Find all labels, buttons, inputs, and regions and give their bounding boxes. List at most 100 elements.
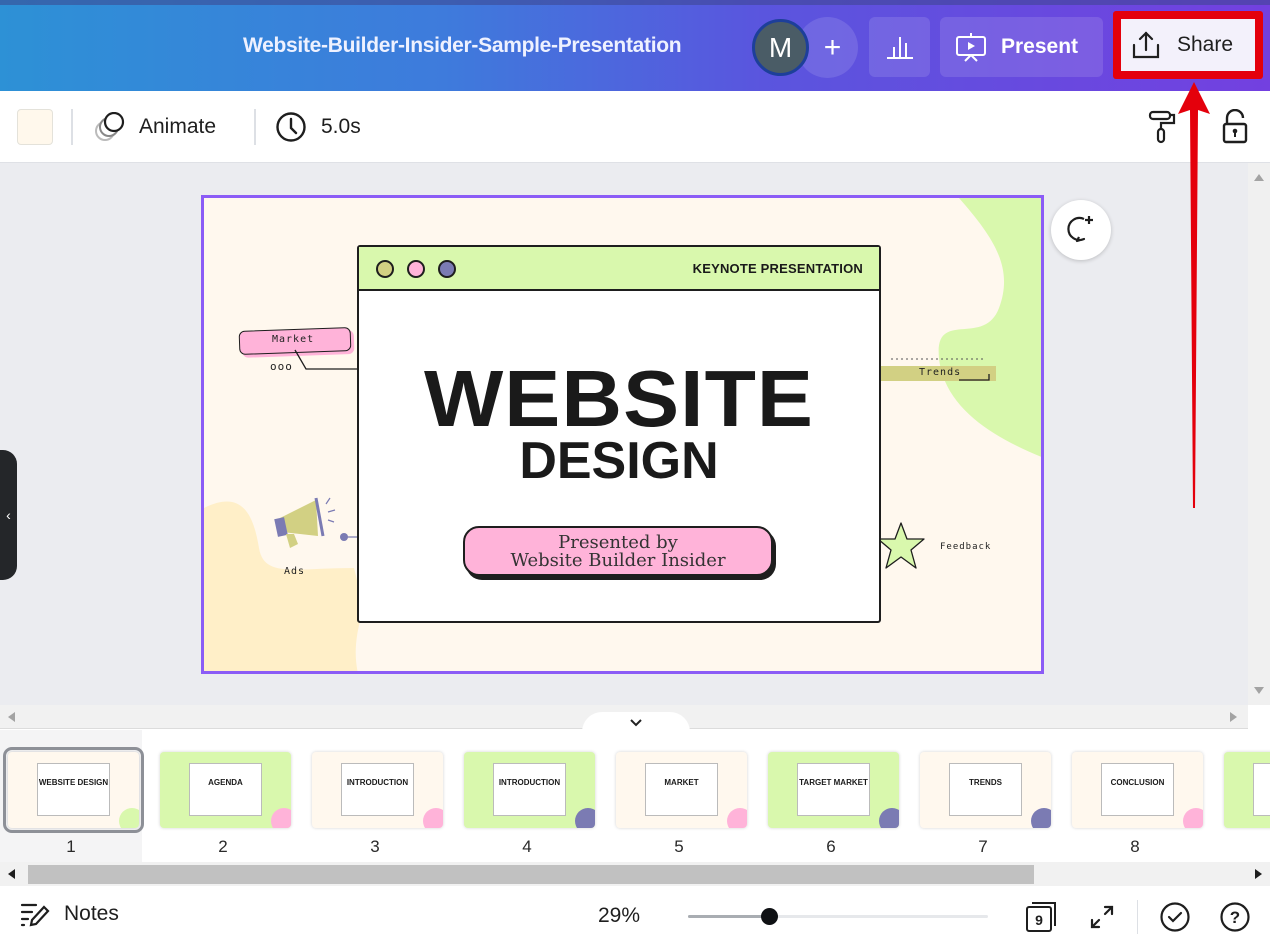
window-dot-purple [438, 260, 456, 278]
star-icon [877, 522, 925, 569]
zoom-percentage[interactable]: 29% [598, 904, 640, 928]
scroll-right-arrow-icon[interactable] [1230, 712, 1238, 722]
page-number: 7 [978, 837, 988, 856]
zoom-slider[interactable] [688, 908, 988, 925]
editor-toolbar: Animate 5.0s [0, 91, 1270, 163]
title-website: WEBSITE [423, 354, 815, 443]
scroll-left-arrow-icon[interactable] [7, 869, 15, 879]
animate-icon [95, 112, 125, 141]
megaphone-icon [274, 497, 336, 548]
browser-window-frame: KEYNOTE PRESENTATION WEBSITE DESIGN Pres… [357, 245, 881, 623]
paint-format-button[interactable] [1144, 107, 1180, 147]
help-button[interactable]: ? [1218, 900, 1252, 934]
page-thumbnail[interactable]: INTRODUCTION 3 [304, 730, 446, 862]
page-thumbnail[interactable]: MARKET 5 [608, 730, 750, 862]
thumbnail-image[interactable]: AGENDA [160, 752, 291, 828]
insights-button[interactable] [869, 17, 930, 77]
duration-label: 5.0s [321, 115, 361, 138]
present-label: Present [1001, 35, 1079, 58]
add-comment-button[interactable] [1051, 200, 1111, 260]
feedback-label: Feedback [940, 542, 992, 552]
page-thumbnail[interactable]: CONCLUSION 8 [1064, 730, 1206, 862]
ellipsis-label: ooo [270, 360, 293, 373]
vertical-scrollbar[interactable] [1248, 163, 1270, 705]
thumbnail-image[interactable]: WEBSITE DESIGN [3, 747, 144, 833]
scroll-left-arrow-icon[interactable] [7, 712, 15, 722]
thumbnail-panel [188, 762, 263, 816]
presented-by-line2: Website Builder Insider [510, 550, 726, 571]
page-number: 6 [826, 837, 836, 856]
avatar[interactable]: M [752, 19, 809, 76]
scrollbar-thumb[interactable] [28, 865, 1034, 884]
thumbnail-image[interactable]: TRENDS [920, 752, 1051, 828]
animate-button[interactable]: Animate [93, 109, 216, 145]
slide-1-canvas[interactable]: Market ooo Trends Ads Feedback KEYNOTE P… [201, 195, 1044, 674]
check-button[interactable] [1158, 900, 1192, 934]
toolbar-divider [254, 109, 256, 145]
share-label: Share [1177, 33, 1234, 56]
plus-icon: + [823, 30, 842, 64]
page-number: 2 [218, 837, 228, 856]
thumbnail-image[interactable]: TARGET MARKET [768, 752, 899, 828]
scroll-right-arrow-icon[interactable] [1255, 869, 1263, 879]
expand-icon [1090, 905, 1114, 929]
thumbnail-panel [644, 762, 719, 816]
page-number: 1 [66, 837, 76, 856]
help-label: ? [1230, 908, 1240, 927]
comment-add-icon [1067, 216, 1093, 243]
thumbnail-title: TH Y [1224, 778, 1270, 787]
duration-button[interactable]: 5.0s [275, 109, 361, 145]
thumbnail-accent [879, 808, 899, 828]
document-title[interactable]: Website-Builder-Insider-Sample-Presentat… [243, 34, 682, 58]
slider-fill [688, 915, 769, 918]
thumbnail-accent [1183, 808, 1203, 828]
thumbnail-image[interactable]: TH Y [1224, 752, 1270, 828]
slider-knob[interactable] [761, 908, 778, 925]
thumbnail-panel [36, 762, 111, 816]
thumbnail-image[interactable]: MARKET [616, 752, 747, 828]
side-panel-toggle[interactable]: ‹ [0, 450, 17, 580]
scroll-down-arrow-icon[interactable] [1254, 687, 1264, 695]
page-number: 9 [1216, 837, 1270, 857]
thumbnail-panel [492, 762, 567, 816]
unlock-icon [1222, 109, 1248, 144]
notes-label: Notes [64, 902, 119, 925]
page-thumbnail[interactable]: AGENDA 2 [152, 730, 294, 862]
thumbnail-accent [423, 808, 443, 828]
background-color-swatch[interactable] [17, 109, 53, 145]
upload-share-icon [1132, 31, 1160, 59]
page-thumbnail[interactable]: TRENDS 7 [912, 730, 1054, 862]
thumbnail-image[interactable]: INTRODUCTION [464, 752, 595, 828]
thumbnail-image[interactable]: INTRODUCTION [312, 752, 443, 828]
lock-button[interactable] [1217, 107, 1253, 147]
notes-button[interactable]: Notes [20, 901, 119, 927]
thumbnail-accent [727, 808, 747, 828]
ads-label: Ads [284, 566, 306, 577]
scroll-up-arrow-icon[interactable] [1254, 173, 1264, 181]
present-screen-icon [956, 33, 986, 62]
page-thumbnail[interactable]: TARGET MARKET 6 [760, 730, 902, 862]
thumbnail-image[interactable]: CONCLUSION [1072, 752, 1203, 828]
animate-label: Animate [139, 115, 217, 138]
thumbnail-title: AGENDA [208, 777, 243, 787]
present-button[interactable]: Present [940, 17, 1103, 77]
page-count-button[interactable]: 9 [1024, 900, 1058, 934]
thumbnail-panel [1100, 762, 1175, 816]
page-number: 3 [370, 837, 380, 856]
thumbnail-title: CONCLUSION [1110, 777, 1165, 787]
paint-roller-icon [1148, 110, 1176, 144]
page-thumbnail[interactable]: WEBSITE DESIGN 1 [0, 730, 144, 862]
notes-icon [20, 903, 50, 927]
fullscreen-button[interactable] [1085, 900, 1119, 934]
pages-horizontal-scrollbar[interactable] [0, 862, 1270, 886]
thumbnail-title: INTRODUCTION [346, 777, 409, 787]
thumbnail-panel [1252, 762, 1270, 816]
share-button[interactable]: Share [1121, 19, 1255, 71]
footer-divider [1137, 900, 1138, 934]
window-dot-pink [407, 260, 425, 278]
thumbnail-accent [119, 808, 139, 828]
thumbnail-title: WEBSITE DESIGN [38, 777, 109, 787]
bar-chart-icon [886, 37, 913, 59]
page-thumbnail[interactable]: TH Y 9 [1216, 730, 1270, 862]
page-thumbnail[interactable]: INTRODUCTION 4 [456, 730, 598, 862]
